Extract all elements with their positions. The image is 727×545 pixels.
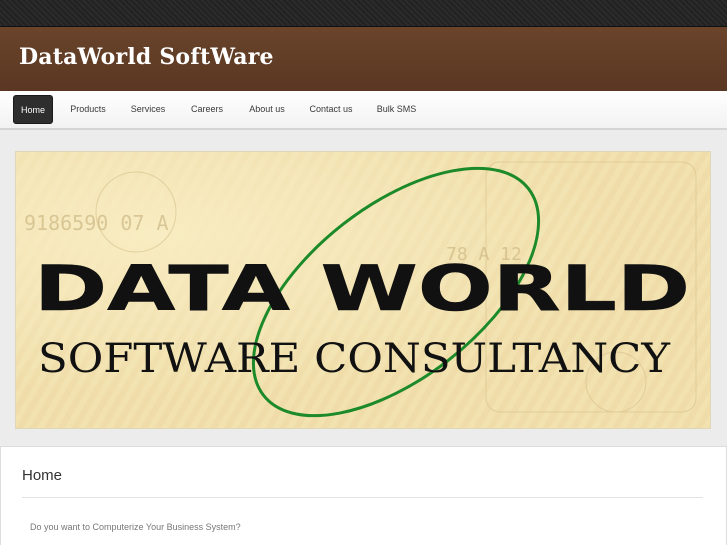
- nav-contact-us[interactable]: Contact us: [304, 95, 358, 124]
- banner-bg-number-left: 9186590 07 A: [24, 211, 169, 235]
- main-nav: Home Products Services Careers About us …: [0, 91, 727, 130]
- banner-graphic: 9186590 07 A 78 A 12 DATA WORLD SOFTWARE…: [24, 161, 697, 418]
- nav-bulk-sms[interactable]: Bulk SMS: [371, 95, 422, 124]
- banner-title-line1: DATA WORLD: [34, 252, 690, 325]
- nav-products[interactable]: Products: [64, 95, 112, 124]
- nav-services[interactable]: Services: [125, 95, 171, 124]
- content-divider: [22, 497, 703, 498]
- content-heading: Home: [22, 467, 63, 484]
- top-bar: [0, 0, 727, 27]
- content-paragraph-1: Do you want to Computerize Your Business…: [30, 522, 241, 532]
- nav-about-us[interactable]: About us: [244, 95, 290, 124]
- hero-banner: 9186590 07 A 78 A 12 DATA WORLD SOFTWARE…: [16, 152, 710, 428]
- banner-title-line2: SOFTWARE CONSULTANCY: [38, 336, 671, 382]
- nav-home[interactable]: Home: [13, 95, 53, 124]
- nav-careers[interactable]: Careers: [185, 95, 229, 124]
- site-title[interactable]: DataWorld SoftWare: [19, 44, 274, 70]
